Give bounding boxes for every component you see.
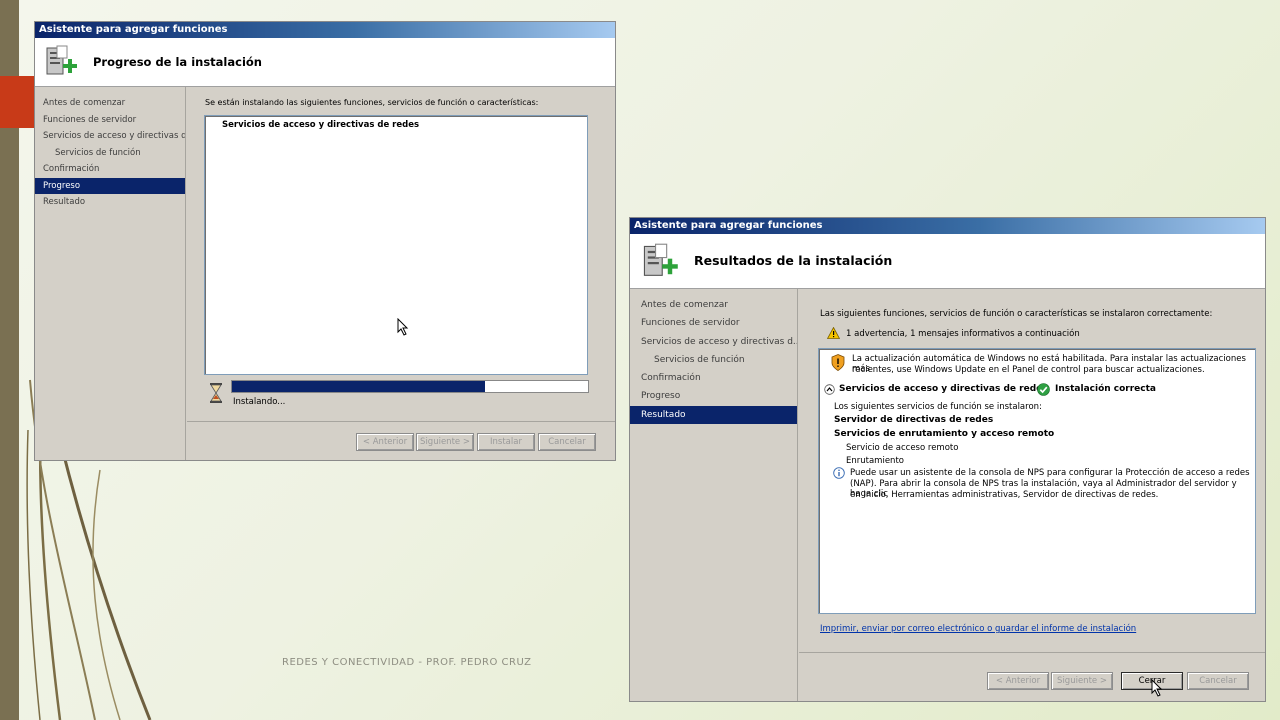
progress-window-titlebar[interactable]: Asistente para agregar funciones <box>35 22 615 38</box>
service-1: Servidor de directivas de redes <box>834 415 994 425</box>
mouse-cursor-icon <box>397 318 409 336</box>
installing-list[interactable]: Servicios de acceso y directivas de rede… <box>204 115 588 375</box>
mouse-cursor-icon <box>1151 679 1163 697</box>
back-button[interactable]: < Anterior <box>356 433 414 451</box>
server-add-icon <box>46 45 77 75</box>
service-2: Servicios de enrutamiento y acceso remot… <box>834 429 1055 439</box>
warning-line-2: recientes, use Windows Update en el Pane… <box>852 365 1205 375</box>
nav-item-before-start[interactable]: Antes de comenzar <box>630 296 797 314</box>
page-title: Resultados de la instalación <box>694 253 893 268</box>
cancel-button[interactable]: Cancelar <box>538 433 596 451</box>
installed-intro: Los siguientes servicios de función se i… <box>834 402 1042 412</box>
install-progress-fill <box>232 381 485 392</box>
report-link[interactable]: Imprimir, enviar por correo electrónico … <box>820 624 1136 634</box>
results-intro: Las siguientes funciones, servicios de f… <box>820 309 1213 319</box>
back-button[interactable]: < Anterior <box>987 672 1049 690</box>
shield-warning-icon <box>831 354 845 371</box>
nav-item-result[interactable]: Resultado <box>35 194 185 211</box>
progress-window-header: Progreso de la instalación <box>35 38 615 87</box>
next-button[interactable]: Siguiente > <box>416 433 474 451</box>
server-add-icon <box>643 243 678 276</box>
list-item: Servicios de acceso y directivas de rede… <box>222 120 420 130</box>
install-progress-bar <box>231 380 589 393</box>
sub-service-1: Servicio de acceso remoto <box>846 443 959 453</box>
page-title: Progreso de la instalación <box>93 55 262 69</box>
results-summary: 1 advertencia, 1 mensajes informativos a… <box>846 329 1080 339</box>
info-line-1: Puede usar un asistente de la consola de… <box>850 468 1250 478</box>
nav-item-progress[interactable]: Progreso <box>35 177 185 194</box>
nav-item-server-roles[interactable]: Funciones de servidor <box>35 112 185 129</box>
slide-footer: REDES Y CONECTIVIDAD - PROF. PEDRO CRUZ <box>282 657 532 668</box>
results-window-titlebar[interactable]: Asistente para agregar funciones <box>630 218 1265 234</box>
nav-item-server-roles[interactable]: Funciones de servidor <box>630 314 797 332</box>
install-button[interactable]: Instalar <box>477 433 535 451</box>
slide-red-tab <box>0 76 34 128</box>
results-window: Asistente para agregar funciones Resulta… <box>629 217 1266 702</box>
sub-service-2: Enrutamiento <box>846 456 904 466</box>
progress-content: Se están instalando las siguientes funci… <box>187 87 615 460</box>
section-title: Servicios de acceso y directivas de rede… <box>839 384 1048 394</box>
install-status: Instalando... <box>233 397 286 407</box>
info-line-3: en Inicio, Herramientas administrativas,… <box>850 490 1159 500</box>
nav-item-result[interactable]: Resultado <box>630 405 797 425</box>
results-details[interactable]: La actualización automática de Windows n… <box>818 348 1256 614</box>
nav-item-confirmation[interactable]: Confirmación <box>35 161 185 178</box>
nav-item-before-start[interactable]: Antes de comenzar <box>35 95 185 112</box>
warning-icon <box>827 327 840 339</box>
results-window-header: Resultados de la instalación <box>630 234 1265 289</box>
cancel-button[interactable]: Cancelar <box>1187 672 1249 690</box>
wizard-nav: Antes de comenzar Funciones de servidor … <box>35 87 186 460</box>
section-status: Instalación correcta <box>1055 384 1156 394</box>
next-button[interactable]: Siguiente > <box>1051 672 1113 690</box>
collapse-chevron-icon[interactable] <box>824 384 835 395</box>
wizard-nav: Antes de comenzar Funciones de servidor … <box>630 289 798 701</box>
nav-item-network-policy[interactable]: Servicios de acceso y directivas d... <box>630 333 797 351</box>
results-content: Las siguientes funciones, servicios de f… <box>799 289 1265 701</box>
info-icon <box>833 467 845 479</box>
nav-item-progress[interactable]: Progreso <box>630 387 797 405</box>
nav-item-role-services[interactable]: Servicios de función <box>630 351 797 369</box>
hourglass-icon <box>210 383 222 403</box>
success-check-icon <box>1037 383 1050 396</box>
progress-window: Asistente para agregar funciones Progres… <box>34 21 616 461</box>
progress-intro: Se están instalando las siguientes funci… <box>205 98 539 107</box>
nav-item-role-services[interactable]: Servicios de función <box>35 145 185 162</box>
nav-item-network-policy[interactable]: Servicios de acceso y directivas d... <box>35 128 185 145</box>
nav-item-confirmation[interactable]: Confirmación <box>630 369 797 387</box>
